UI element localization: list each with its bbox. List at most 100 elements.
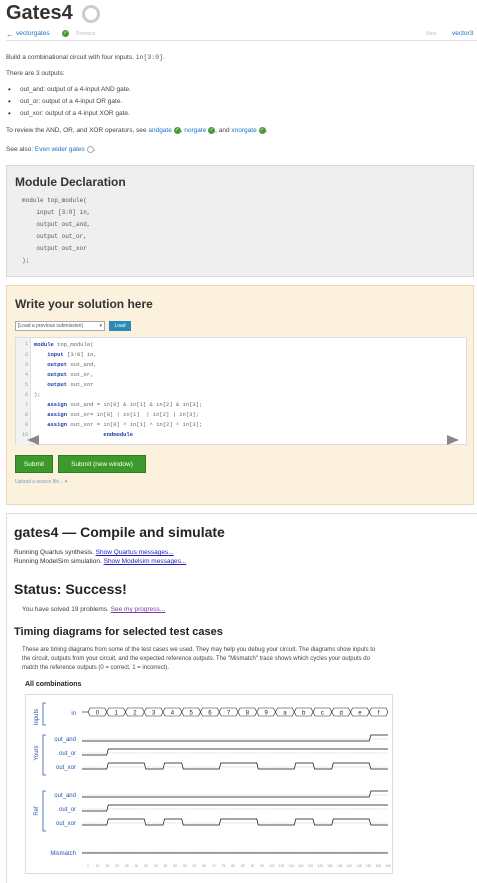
- solved-check-icon: ✓: [258, 127, 266, 134]
- previous-label[interactable]: Previous: [76, 31, 95, 37]
- group-label-yours: Yours: [34, 745, 40, 760]
- intro-code: in[3:0]: [135, 54, 164, 61]
- solved-text: You have solved 19 problems.: [22, 606, 111, 613]
- submit-new-window-button[interactable]: Submit (new window): [58, 455, 146, 473]
- code-line: );: [34, 391, 41, 398]
- time-tick-label: 100: [269, 864, 275, 868]
- declaration-line: output out_or,: [22, 233, 87, 240]
- time-tick-label: 105: [279, 864, 285, 868]
- previous-submission-select[interactable]: [Load a previous submission] ▾: [15, 321, 105, 331]
- line-number: 2: [24, 352, 28, 358]
- code-line: assign out_xor = in[0] ^ in[1] ^ in[2] ^…: [47, 421, 203, 428]
- solved-check-icon: ✓: [62, 30, 69, 37]
- waveform-traces: 0 1 2 3 4 5 6 7 8 9 a b c d e f0 10 15 20 25 30 35 40 45 50 55 60 6…: [82, 707, 391, 868]
- submit-button[interactable]: Submit: [15, 455, 53, 473]
- timing-description: match the reference outputs (0 = correct…: [22, 665, 170, 671]
- review-end: .: [265, 127, 268, 135]
- signal-ref-out-and: out_and: [54, 793, 76, 799]
- time-tick-label: 155: [376, 864, 382, 868]
- signal-in: in: [71, 711, 76, 717]
- unsolved-status-icon: [82, 5, 100, 23]
- bus-value-label: c: [321, 710, 324, 716]
- declaration-line: );: [22, 257, 30, 264]
- chevron-down-icon: ▾: [64, 479, 68, 485]
- code-line: input [3:0] in,: [47, 351, 97, 358]
- timing-description: the circuit, outputs from your circuit, …: [22, 656, 370, 662]
- time-tick-label: 115: [298, 864, 303, 868]
- time-tick-label: 25: [125, 864, 129, 868]
- time-tick-label: 20: [115, 864, 119, 868]
- modelsim-text: Running ModelSim simulation.: [14, 558, 104, 565]
- line-number: 3: [24, 362, 28, 368]
- time-tick-label: 55: [183, 864, 187, 868]
- upload-source-link[interactable]: Upload a source file... ▾: [15, 479, 67, 485]
- upload-label: Upload a source file...: [15, 479, 64, 485]
- line-number: 5: [24, 382, 28, 388]
- time-tick-label: 120: [308, 864, 314, 868]
- back-arrow-icon[interactable]: ←: [6, 30, 14, 39]
- see-also-prefix: See also:: [6, 146, 35, 154]
- time-tick-label: 50: [173, 864, 177, 868]
- unsolved-circle-icon: [86, 146, 94, 153]
- page-title: Gates4: [6, 2, 73, 24]
- line-number: 8: [24, 412, 28, 418]
- time-tick-label: 80: [231, 864, 235, 868]
- timing-diagrams-title: Timing diagrams for selected test cases: [14, 626, 223, 638]
- signal-mismatch: Mismatch: [50, 851, 76, 857]
- problem-intro: Build a combinational circuit with four …: [6, 54, 165, 61]
- declaration-title: Module Declaration: [15, 175, 126, 189]
- time-tick-label: 65: [202, 864, 206, 868]
- yours-bracket: [42, 734, 46, 776]
- next-problem-link[interactable]: vector3: [452, 30, 473, 37]
- declaration-line: module top_module(: [22, 197, 87, 204]
- signal-ref-out-or: out_or: [59, 807, 76, 813]
- time-tick-label: 160: [385, 864, 391, 868]
- time-tick-label: 40: [154, 864, 158, 868]
- declaration-line: input [3:0] in,: [22, 209, 91, 216]
- module-declaration-panel: Module Declaration module top_module( in…: [6, 165, 474, 277]
- trace-ref-out-and: [82, 790, 388, 798]
- list-item: out_and: output of a 4-input AND gate.: [6, 85, 131, 98]
- code-line: module top_module(: [34, 341, 94, 348]
- norgate-link[interactable]: norgate: [184, 127, 206, 134]
- next-label[interactable]: Next: [426, 31, 436, 37]
- time-tick-label: 45: [164, 864, 168, 868]
- problem-nav: ← vectorgates ✓ Previous Next vector3: [6, 29, 477, 41]
- list-item: out_xor: output of a 4-input XOR gate.: [6, 109, 131, 122]
- time-tick-label: 70: [212, 864, 216, 868]
- line-number: 7: [24, 402, 28, 408]
- prev-problem-link[interactable]: vectorgates: [16, 30, 50, 37]
- time-tick-label: 135: [337, 864, 343, 868]
- xnorgate-link[interactable]: xnorgate: [231, 127, 256, 134]
- andgate-link[interactable]: andgate: [148, 127, 172, 134]
- intro-text: Build a combinational circuit with four …: [6, 54, 136, 61]
- line-number: 6: [24, 392, 28, 398]
- modelsim-line: Running ModelSim simulation. Show Models…: [14, 558, 186, 565]
- signal-ref-out-xor: out_xor: [56, 821, 76, 827]
- quartus-messages-link[interactable]: Show Quartus messages...: [96, 549, 174, 556]
- code-line: output out_or,: [47, 371, 94, 378]
- time-tick-label: 110: [289, 864, 294, 868]
- modelsim-messages-link[interactable]: Show Modelsim messages...: [104, 558, 187, 565]
- timing-description: These are timing diagrams from some of t…: [22, 647, 376, 653]
- code-line: endmodule: [103, 431, 134, 438]
- code-line: output out_and,: [47, 361, 97, 368]
- scroll-left-arrow-icon[interactable]: [27, 435, 39, 445]
- waveform-svg: Inputs Yours Ref in out_and out_or out_x…: [34, 702, 391, 868]
- line-number: 4: [24, 372, 28, 378]
- scroll-right-arrow-icon[interactable]: [447, 435, 459, 445]
- time-tick-label: 95: [260, 864, 264, 868]
- code-line: assign out_or= in[0] | in[1] | in[2] | i…: [47, 411, 200, 418]
- signal-out-or: out_or: [59, 751, 76, 757]
- progress-link[interactable]: See my progress...: [111, 606, 166, 613]
- select-value: [Load a previous submission]: [18, 323, 83, 329]
- timing-diagram: Inputs Yours Ref in out_and out_or out_x…: [25, 694, 393, 874]
- time-tick-label: 145: [356, 864, 362, 868]
- time-tick-label: 130: [327, 864, 333, 868]
- time-tick-label: 0: [87, 864, 89, 868]
- even-wider-gates-link[interactable]: Even wider gates: [35, 146, 85, 153]
- code-editor[interactable]: 1 2 3 4 5 6 7 8 9 10 module top_module( …: [15, 337, 467, 446]
- time-tick-label: 140: [347, 864, 353, 868]
- load-button[interactable]: Load: [109, 321, 131, 331]
- chevron-down-icon: ▾: [99, 323, 102, 329]
